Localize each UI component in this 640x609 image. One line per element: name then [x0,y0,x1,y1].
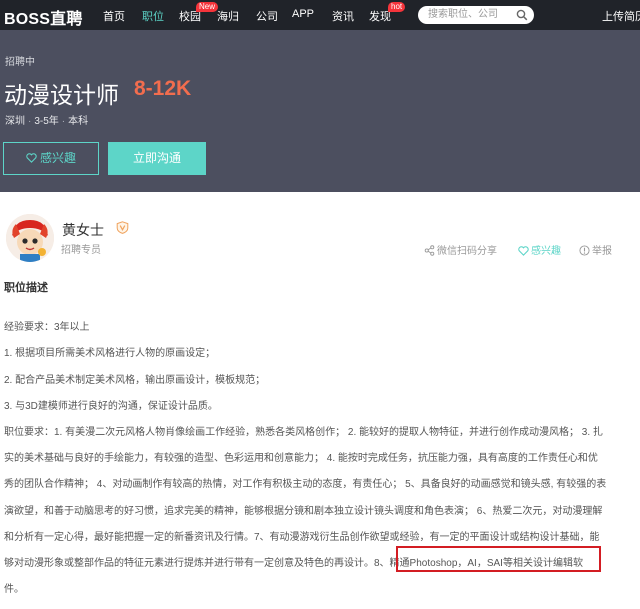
description-line: 秀的团队合作精神； 4、对动画制作有较高的热情，对工作有积极主动的态度，有责任心… [4,479,607,490]
report-label: 举报 [592,246,612,257]
hot-badge: hot [388,2,406,12]
share-label: 微信扫码分享 [437,246,497,257]
interest-button-label: 感兴趣 [39,151,76,165]
description-line: 1. 根据项目所需美术风格进行人物的原画设定； [4,348,216,359]
description-line: 职位要求：1. 有美漫二次元风格人物肖像绘画工作经验，熟悉各类风格创作； 2. … [4,427,603,438]
search-input[interactable]: 搜索职位、公司 [418,6,534,24]
nav-item-jobs[interactable]: 职位 [142,8,164,24]
site-logo[interactable]: BOSS直聘 [4,5,83,29]
nav-item-home[interactable]: 首页 [103,8,125,24]
job-status: 招聘中 [5,57,35,68]
avatar [6,214,54,262]
job-banner: 招聘中 动漫设计师 8-12K 深圳 · 3-5年 · 本科 感兴趣 立即沟通 [0,30,640,192]
job-city: 深圳 [5,116,25,127]
new-badge: New [196,2,219,12]
heart-icon [518,246,529,256]
report-link[interactable]: 举报 [579,242,612,257]
job-experience: 3-5年 [34,116,59,127]
description-line: 2. 配合产品美术制定美术风格，输出原画设计，模板规范； [4,375,266,386]
share-wechat-button[interactable]: 微信扫码分享 [424,242,497,257]
nav-item-app[interactable]: APP [292,8,314,20]
recruiter-role: 招聘专员 [61,245,101,256]
interest-link[interactable]: 感兴趣 [518,242,561,257]
description-line: 件。 [4,584,24,595]
job-description-title: 职位描述 [4,282,48,294]
nav-item-company[interactable]: 公司 [256,8,278,24]
job-education: 本科 [68,116,89,127]
job-salary: 8-12K [134,77,192,100]
search-placeholder: 搜索职位、公司 [428,9,498,20]
description-line: 和分析有一定心得，最好能把握一定的新番资讯及行情。7、有动漫游戏衍生品创作欲望或… [4,532,600,543]
nav-item-overseas[interactable]: 海归 [217,8,239,24]
top-nav: BOSS直聘 首页 职位 校园 New 海归 公司 APP 资讯 发现 hot … [0,0,640,30]
job-title: 动漫设计师 [4,82,119,108]
recruiter-name: 黄女士 [62,222,104,238]
share-icon [424,245,435,256]
search-icon[interactable] [516,9,528,21]
verified-icon [116,221,129,234]
heart-icon [26,153,37,163]
chat-now-button[interactable]: 立即沟通 [108,142,206,175]
interest-button[interactable]: 感兴趣 [3,142,99,175]
description-line: 3. 与3D建模师进行良好的沟通，保证设计品质。 [4,401,218,412]
warning-icon [579,245,590,256]
highlight-annotation-box [396,546,601,572]
description-line: 实的美术基础与良好的手绘能力，有较强的造型、色彩运用和创意能力； 4. 能按时完… [4,453,598,464]
upload-resume-link[interactable]: 上传简历 [602,8,640,24]
interest-link-label: 感兴趣 [531,246,561,257]
description-line: 经验要求：3年以上 [4,322,90,333]
nav-item-news[interactable]: 资讯 [332,8,354,24]
description-line: 演欲望，和善于动脑思考的好习惯，追求完美的精神，能够根据分镜和剧本独立设计镜头调… [4,506,603,517]
job-meta: 深圳 · 3-5年 · 本科 [5,116,89,127]
